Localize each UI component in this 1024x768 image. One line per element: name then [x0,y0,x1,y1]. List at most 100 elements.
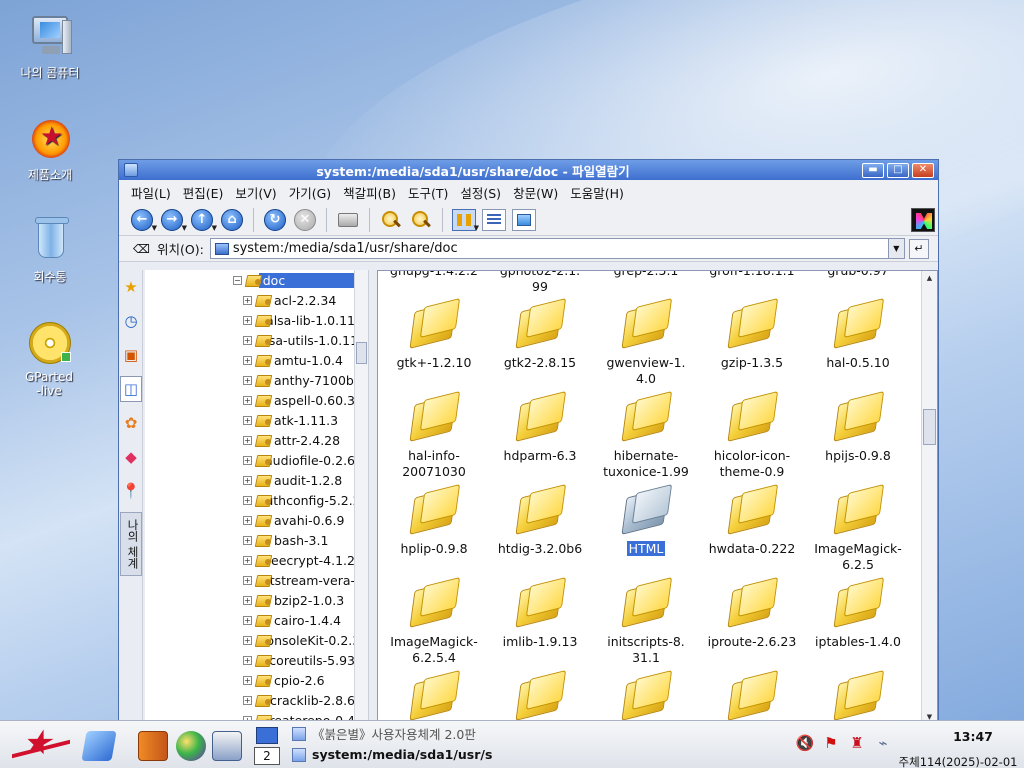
expand-icon[interactable]: + [243,655,252,665]
up-button[interactable]: ↑ ▼ [189,207,217,233]
terminal-icon[interactable] [212,731,242,761]
network-plug-icon[interactable]: ⌁ [873,733,893,753]
expand-icon[interactable]: + [243,315,252,325]
home-button[interactable]: ⌂ [219,207,245,233]
tree-row[interactable]: + aspell-0.60.3 [145,390,355,410]
expand-icon[interactable]: + [243,555,252,565]
tree-row[interactable]: + cracklib-2.8.6 [145,690,355,710]
tree-row[interactable]: + amtu-1.0.4 [145,350,355,370]
tree-row[interactable]: + alsa-lib-1.0.11 [145,310,355,330]
folder-item[interactable]: gnupg-1.4.2.2 [381,271,487,279]
tree-row[interactable]: + bzip2-1.0.3 [145,590,355,610]
icon-view-button[interactable]: ▼ [451,207,479,233]
detail-view-button[interactable] [481,207,507,233]
network-tab[interactable]: ◫ [120,376,142,402]
forward-button[interactable]: → ▼ [159,207,187,233]
task-button-file-manager[interactable]: system:/media/sda1/usr/share/doc [292,744,492,765]
expand-icon[interactable]: + [243,515,252,525]
tree-row[interactable]: + bitstream-vera- [145,570,355,590]
pin-tab[interactable]: 📍 [120,478,142,504]
expand-icon[interactable]: + [243,415,252,425]
menu-help[interactable]: 도움말(H) [564,183,630,202]
reload-button[interactable]: ↻ [262,207,288,233]
expand-icon[interactable]: + [243,335,252,345]
stop-button[interactable]: ✕ [292,207,318,233]
desktop-icon-my-computer[interactable]: 나의 콤퓨터 [4,12,96,81]
folder-item[interactable]: imlib-1.9.13 [487,580,593,650]
location-dropdown-button[interactable]: ▼ [887,239,904,258]
window-titlebar[interactable]: system:/media/sda1/usr/share/doc - 파일열람기… [119,160,938,180]
folder-item[interactable]: hal-0.5.10 [805,301,911,371]
tree-row[interactable]: + ConsoleKit-0.2.3 [145,630,360,650]
browser-globe-icon[interactable] [176,731,206,761]
folder-item[interactable]: hibernate- tuxonice-1.99 [593,394,699,480]
location-input[interactable]: system:/media/sda1/usr/share/doc ▼ [209,238,905,259]
keyboard-layout-icon[interactable]: ♜ [847,733,867,753]
folder-item[interactable]: gtk+-1.2.10 [381,301,487,371]
expand-icon[interactable]: + [243,295,252,305]
folder-item[interactable]: hdparm-6.3 [487,394,593,464]
expand-icon[interactable]: + [243,495,252,505]
iconview-scrollbar-thumb[interactable] [923,409,936,445]
folder-link-item[interactable]: HTML [593,487,699,557]
folder-item[interactable]: hwdata-0.222 [699,487,805,557]
window-app-icon[interactable] [124,163,138,177]
expand-icon[interactable]: + [243,635,252,645]
tree-row[interactable]: + attr-2.4.28 [145,430,355,450]
folder-item[interactable]: iproute-2.6.23 [699,580,805,650]
close-button[interactable]: ✕ [912,162,934,178]
folder-item[interactable] [593,673,699,723]
folder-item[interactable]: groff-1.18.1.1 [699,271,805,279]
expand-icon[interactable]: + [243,675,252,685]
menu-file[interactable]: 파일(L) [125,183,177,202]
zoom-out-button[interactable] [408,207,434,233]
folder-item[interactable]: iptables-1.4.0 [805,580,911,650]
tree-row[interactable]: + beecrypt-4.1.2 [145,550,355,570]
expand-icon[interactable]: + [243,695,252,705]
tree-row[interactable]: + bash-3.1 [145,530,355,550]
menu-settings[interactable]: 설정(S) [454,183,507,202]
clear-location-icon[interactable]: ⌫ [133,242,151,256]
folder-item[interactable]: hal-info- 20071030 [381,394,487,480]
folder-item[interactable] [699,673,805,723]
volume-muted-icon[interactable]: 🔇 [795,733,815,753]
collapse-icon[interactable]: − [233,275,242,285]
desktop-pager[interactable]: 2 [252,727,282,765]
scroll-up-icon[interactable]: ▲ [922,271,937,285]
tree-row[interactable]: + audit-1.2.8 [145,470,355,490]
tag-tab[interactable]: ◆ [120,444,142,470]
tree-row-selected[interactable]: − doc [145,270,355,290]
minimize-button[interactable]: ▬ [862,162,884,178]
print-button[interactable] [335,207,361,233]
preview-view-button[interactable] [511,207,537,233]
folder-item[interactable]: gtk2-2.8.15 [487,301,593,371]
expand-icon[interactable]: + [243,355,252,365]
expand-icon[interactable]: + [243,575,252,585]
folder-item[interactable] [487,673,593,723]
folder-item[interactable]: grub-0.97 [805,271,911,279]
tree-row[interactable]: + cpio-2.6 [145,670,355,690]
tree-row[interactable]: + alsa-utils-1.0.11 [145,330,358,350]
pager-desktop-2[interactable]: 2 [254,747,280,765]
start-menu-button[interactable] [10,729,70,761]
folder-item[interactable]: gwenview-1. 4.0 [593,301,699,387]
go-button[interactable]: ↵ [908,238,929,259]
folder-item[interactable]: ImageMagick- 6.2.5 [805,487,911,573]
tree-row[interactable]: + avahi-0.6.9 [145,510,355,530]
bookmarks-tab[interactable]: ★ [120,274,142,300]
menu-edit[interactable]: 편집(E) [177,183,230,202]
clock[interactable]: 13:47 주체114(2025)-02-01 [898,729,1018,768]
tree-row[interactable]: + authconfig-5.2.2 [145,490,361,510]
folder-item[interactable]: gzip-1.3.5 [699,301,805,371]
folder-item[interactable] [381,673,487,723]
folder-item[interactable]: hplip-0.9.8 [381,487,487,557]
control-center-icon[interactable] [81,731,117,761]
folder-item[interactable]: ImageMagick- 6.2.5.4 [381,580,487,666]
expand-icon[interactable]: + [243,455,252,465]
tree-row[interactable]: + atk-1.11.3 [145,410,355,430]
expand-icon[interactable]: + [243,375,252,385]
services-tab[interactable]: ✿ [120,410,142,436]
folder-item[interactable]: htdig-3.2.0b6 [487,487,593,557]
file-manager-launcher-icon[interactable] [138,731,168,761]
history-tab[interactable]: ◷ [120,308,142,334]
